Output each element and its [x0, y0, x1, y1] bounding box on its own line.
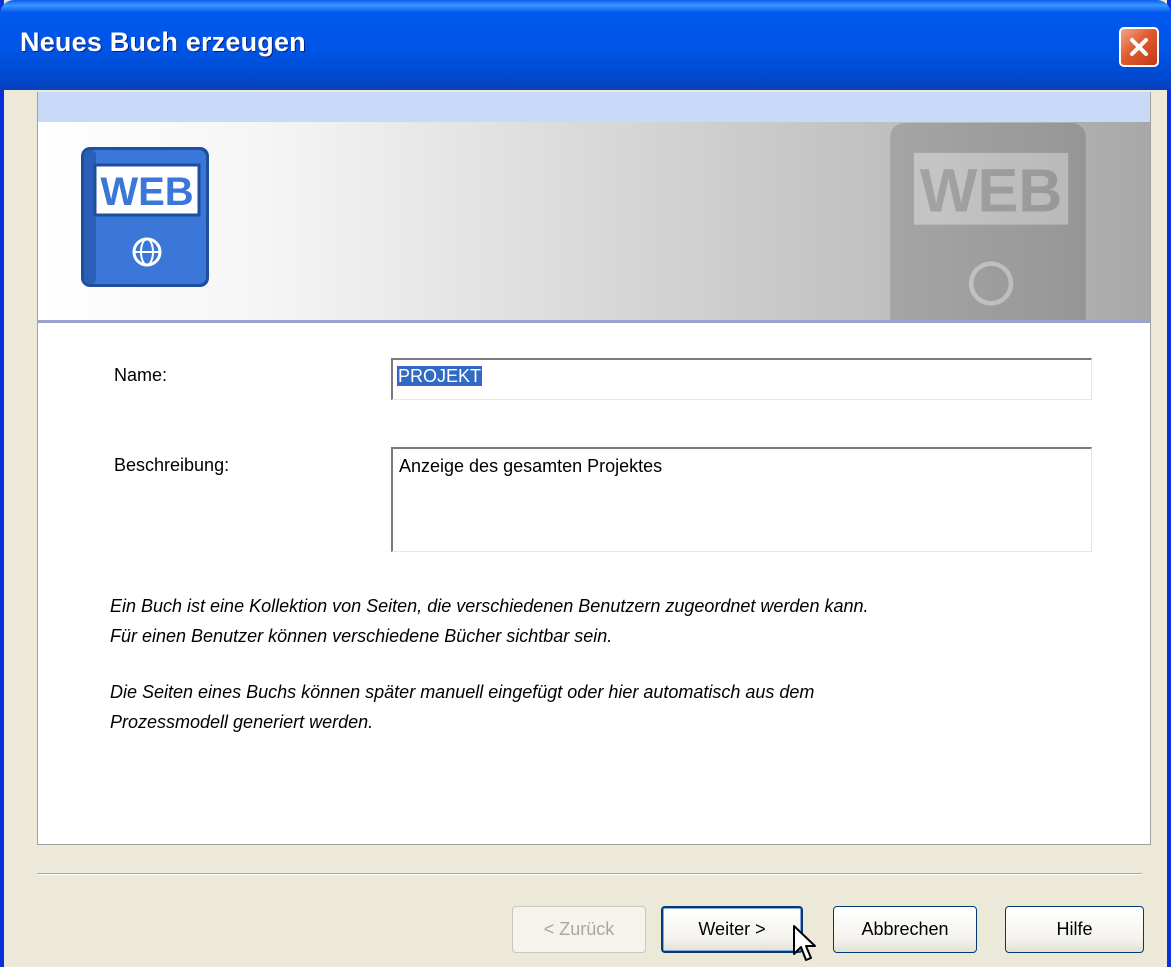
svg-text:WEB: WEB [920, 157, 1063, 225]
close-icon [1130, 38, 1148, 56]
name-label: Name: [114, 365, 168, 385]
info-paragraph-1: Ein Buch ist eine Kollektion von Seiten,… [110, 591, 869, 651]
dialog-window: Neues Buch erzeugen WEB WEB Name: PROJEK… [0, 0, 1171, 967]
svg-text:WEB: WEB [100, 170, 193, 214]
web-book-icon: WEB [81, 147, 209, 287]
web-book-watermark-icon: WEB [890, 123, 1086, 320]
description-textarea[interactable]: Anzeige des gesamten Projektes [391, 447, 1092, 552]
back-button[interactable]: < Zurück [512, 906, 646, 953]
description-value: Anzeige des gesamten Projektes [399, 456, 663, 476]
info-paragraph-2: Die Seiten eines Buchs können später man… [110, 677, 814, 737]
header-strip [38, 92, 1150, 122]
next-button[interactable]: Weiter > [661, 906, 803, 953]
info-line: Ein Buch ist eine Kollektion von Seiten,… [110, 596, 869, 616]
name-input[interactable]: PROJEKT [391, 358, 1092, 400]
info-line: Prozessmodell generiert werden. [110, 712, 374, 732]
cancel-button[interactable]: Abbrechen [833, 906, 977, 953]
close-button[interactable] [1119, 27, 1159, 67]
window-title: Neues Buch erzeugen [20, 27, 306, 57]
info-line: Für einen Benutzer können verschiedene B… [110, 626, 613, 646]
name-input-value: PROJEKT [397, 366, 483, 386]
help-button[interactable]: Hilfe [1005, 906, 1144, 953]
info-line: Die Seiten eines Buchs können später man… [110, 682, 815, 702]
description-label: Beschreibung: [114, 455, 230, 475]
separator-line [37, 873, 1142, 875]
mouse-pointer-icon [793, 925, 816, 961]
wizard-content-panel: WEB WEB Name: PROJEKT Beschreibung: Anze… [37, 92, 1151, 845]
header-banner: WEB WEB [38, 122, 1150, 323]
title-bar[interactable]: Neues Buch erzeugen [0, 0, 1171, 90]
